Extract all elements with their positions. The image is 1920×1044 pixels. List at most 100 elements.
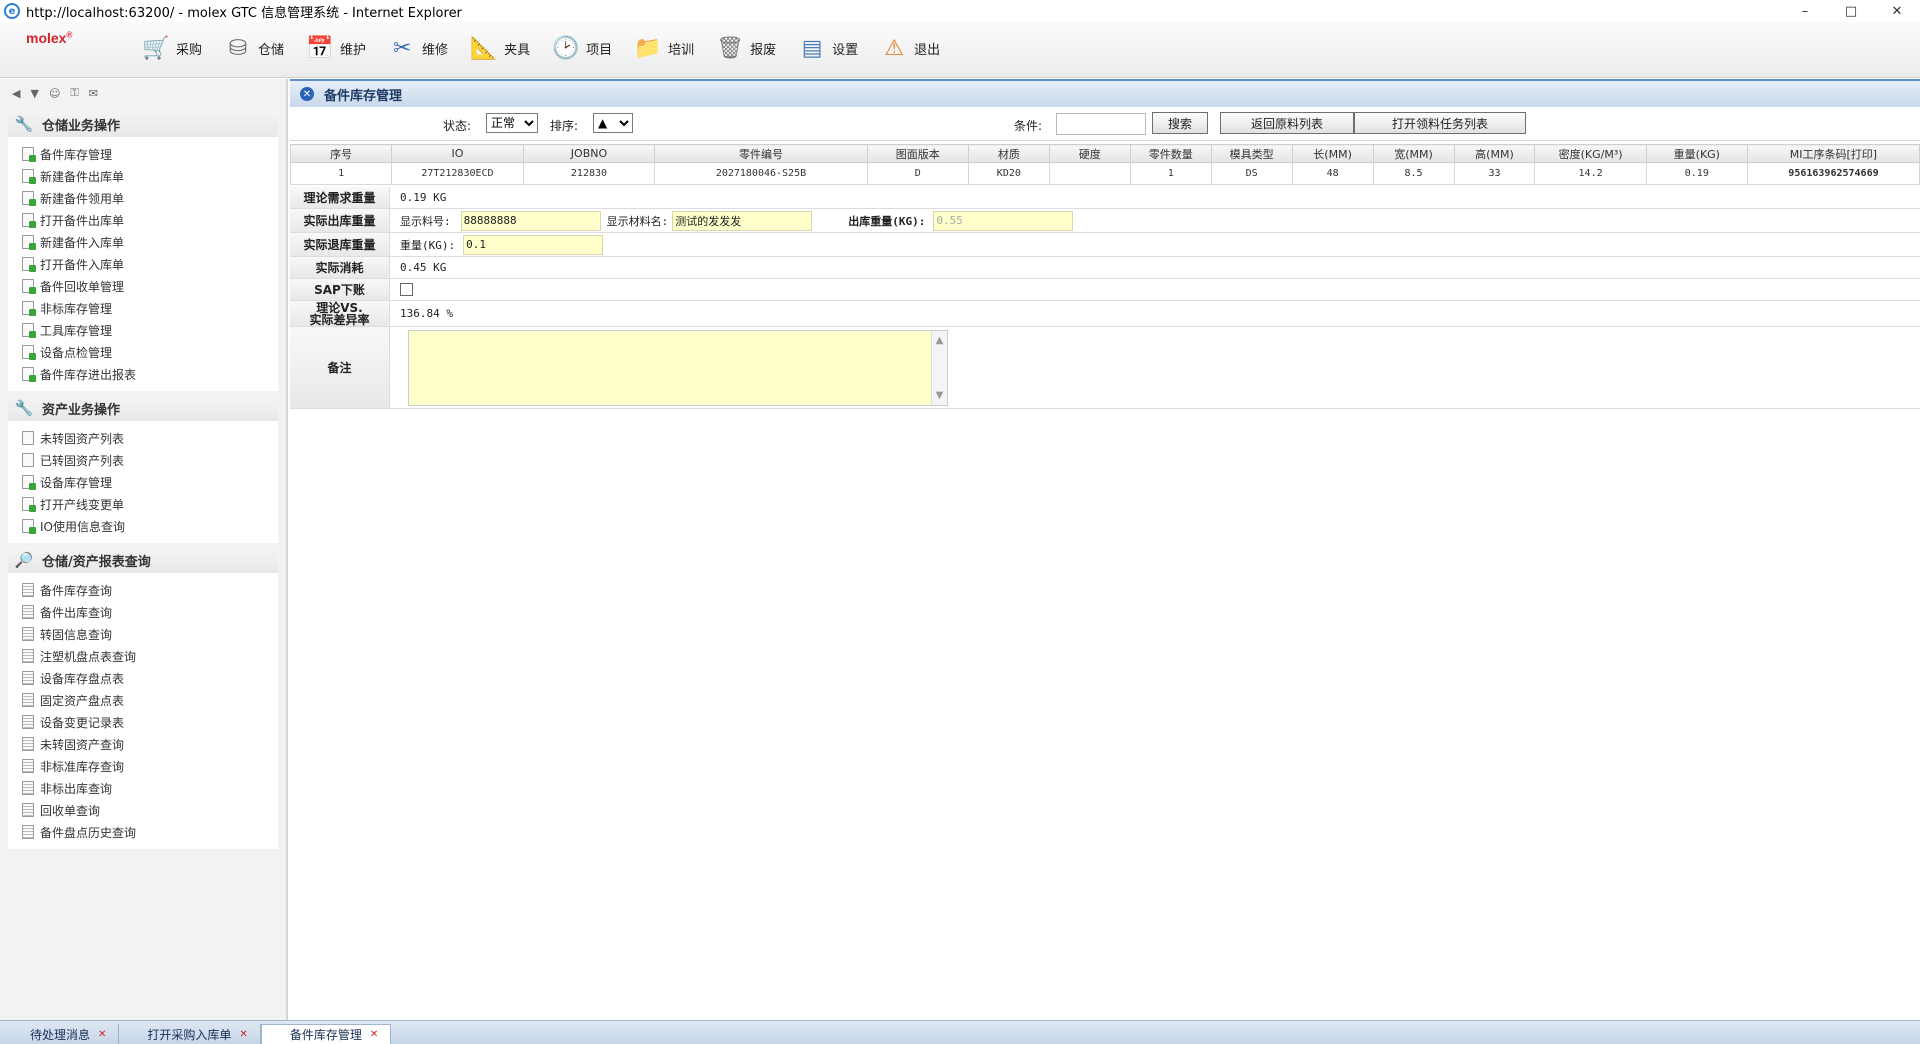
remark-scrollbar[interactable]: ▲ ▼ bbox=[931, 330, 947, 405]
barcode-print-cell[interactable]: 956163962574669 bbox=[1746, 162, 1920, 185]
column-header[interactable]: 序号 bbox=[289, 144, 393, 163]
sidebar-item[interactable]: 打开产线变更单 bbox=[22, 493, 278, 515]
panel-header: ✕ 备件库存管理 bbox=[290, 79, 1920, 107]
tab-close-icon[interactable]: ✕ bbox=[239, 1029, 247, 1040]
scroll-down-icon[interactable]: ▼ bbox=[936, 390, 944, 401]
toolbar-button-2[interactable]: 📅 维护 bbox=[304, 28, 366, 68]
database-icon: ⛁ bbox=[228, 35, 248, 61]
sidebar-item[interactable]: 转固信息查询 bbox=[22, 623, 278, 645]
toolbar-button-3[interactable]: ✂ 维修 bbox=[386, 28, 448, 68]
sidebar-item[interactable]: 新建备件入库单 bbox=[22, 231, 278, 253]
toolbar-button-0[interactable]: 🛒 采购 bbox=[140, 28, 202, 68]
sidebar-item[interactable]: 设备库存管理 bbox=[22, 471, 278, 493]
maximize-button[interactable]: □ bbox=[1828, 0, 1874, 22]
tab-label: 备件库存管理 bbox=[289, 1028, 362, 1042]
out-weight-input[interactable]: 0.55 bbox=[933, 210, 1074, 231]
tab-close-icon[interactable]: ✕ bbox=[98, 1029, 106, 1040]
toolbar-button-5[interactable]: 🕑 项目 bbox=[550, 28, 612, 68]
column-header[interactable]: 宽(MM) bbox=[1372, 144, 1455, 163]
search-button[interactable]: 搜索 bbox=[1152, 112, 1208, 134]
sidebar-item[interactable]: 非标出库查询 bbox=[22, 777, 278, 799]
toolbar-button-8[interactable]: ▤ 设置 bbox=[796, 28, 858, 68]
sidebar-item[interactable]: 打开备件出库单 bbox=[22, 209, 278, 231]
actual-consume-value: 0.45 KG bbox=[400, 261, 447, 274]
sidebar-item[interactable]: IO使用信息查询 bbox=[22, 515, 278, 537]
table-cell: 212830 bbox=[522, 162, 656, 185]
column-header[interactable]: 模具类型 bbox=[1210, 144, 1293, 163]
column-header[interactable]: 零件数量 bbox=[1129, 144, 1212, 163]
toolbar-button-1[interactable]: ⛁ 仓储 bbox=[222, 28, 284, 68]
show-material-no-input[interactable]: 88888888 bbox=[460, 210, 601, 231]
sidebar-item[interactable]: 回收单查询 bbox=[22, 799, 278, 821]
show-material-name-input[interactable]: 测试的发发发 bbox=[672, 210, 813, 231]
sidebar-item-label: 未转固资产查询 bbox=[40, 737, 125, 752]
sidebar-item[interactable]: 设备库存盘点表 bbox=[22, 667, 278, 689]
column-header[interactable]: 材质 bbox=[967, 144, 1050, 163]
toolbar-button-label: 培训 bbox=[668, 42, 695, 58]
column-header[interactable]: 高(MM) bbox=[1453, 144, 1536, 163]
column-header[interactable]: 重量(KG) bbox=[1645, 144, 1748, 163]
sidebar-item[interactable]: 备件盘点历史查询 bbox=[22, 821, 278, 843]
bottom-tab[interactable]: 备件库存管理 ✕ bbox=[260, 1024, 392, 1044]
column-header[interactable]: 硬度 bbox=[1048, 144, 1131, 163]
back-icon[interactable]: ◀ bbox=[12, 87, 20, 100]
column-header[interactable]: 密度(KG/M³) bbox=[1534, 144, 1647, 163]
return-weight-input[interactable]: 0.1 bbox=[463, 234, 604, 255]
sidebar-item[interactable]: 新建备件出库单 bbox=[22, 165, 278, 187]
user-icon[interactable]: ☺ bbox=[49, 87, 60, 100]
sidebar-item[interactable]: 设备变更记录表 bbox=[22, 711, 278, 733]
key-icon[interactable]: ⚿ bbox=[70, 86, 78, 100]
sidebar-item[interactable]: 备件库存管理 bbox=[22, 143, 278, 165]
bottom-tab[interactable]: 待处理消息 ✕ bbox=[2, 1024, 120, 1044]
toolbar-button-7[interactable]: 🗑 报废 bbox=[714, 28, 776, 68]
sidebar-item[interactable]: 备件回收单管理 bbox=[22, 275, 278, 297]
column-header[interactable]: JOBNO bbox=[522, 144, 656, 163]
sidebar-item[interactable]: 备件库存进出报表 bbox=[22, 363, 278, 385]
sidebar-item-label: 非标出库查询 bbox=[40, 781, 113, 796]
sidebar-item[interactable]: 注塑机盘点表查询 bbox=[22, 645, 278, 667]
sidebar-section-title: 资产业务操作 bbox=[42, 402, 121, 418]
sap-checkbox[interactable] bbox=[400, 283, 413, 296]
sidebar-section-header[interactable]: 🔧 仓储业务操作 bbox=[8, 111, 278, 137]
column-header[interactable]: IO bbox=[391, 144, 524, 163]
toolbar-button-6[interactable]: 📁 培训 bbox=[632, 28, 694, 68]
sidebar-item[interactable]: 已转固资产列表 bbox=[22, 449, 278, 471]
scroll-up-icon[interactable]: ▲ bbox=[936, 335, 944, 346]
toolbar-button-4[interactable]: 📐 夹具 bbox=[468, 28, 530, 68]
sidebar-item[interactable]: 工具库存管理 bbox=[22, 319, 278, 341]
column-header[interactable]: 零件编号 bbox=[654, 144, 868, 163]
sidebar-item[interactable]: 打开备件入库单 bbox=[22, 253, 278, 275]
sidebar-section-header[interactable]: 🔎 仓储/资产报表查询 bbox=[8, 547, 278, 573]
sidebar-item[interactable]: 设备点检管理 bbox=[22, 341, 278, 363]
sidebar-item[interactable]: 备件库存查询 bbox=[22, 579, 278, 601]
document-icon bbox=[22, 431, 34, 445]
sidebar-item[interactable]: 未转固资产列表 bbox=[22, 427, 278, 449]
close-panel-icon[interactable]: ✕ bbox=[300, 87, 314, 101]
sidebar-item-label: 转固信息查询 bbox=[40, 627, 113, 642]
sidebar-item[interactable]: 备件出库查询 bbox=[22, 601, 278, 623]
column-header[interactable]: 图面版本 bbox=[866, 144, 969, 163]
open-requisition-task-list-button[interactable]: 打开领料任务列表 bbox=[1354, 112, 1526, 134]
back-to-material-list-button[interactable]: 返回原料列表 bbox=[1220, 112, 1354, 134]
toolbar-button-9[interactable]: ⚠ 退出 bbox=[878, 28, 940, 68]
sidebar-item[interactable]: 非标准库存查询 bbox=[22, 755, 278, 777]
column-header[interactable]: MI工序条码[打印] bbox=[1746, 144, 1920, 163]
sidebar-item[interactable]: 未转固资产查询 bbox=[22, 733, 278, 755]
condition-input[interactable] bbox=[1056, 113, 1146, 135]
sidebar-item[interactable]: 非标库存管理 bbox=[22, 297, 278, 319]
tab-close-icon[interactable]: ✕ bbox=[370, 1029, 378, 1040]
sort-select[interactable]: ▲ bbox=[593, 113, 633, 133]
close-window-button[interactable]: ✕ bbox=[1874, 0, 1920, 22]
column-header[interactable]: 长(MM) bbox=[1291, 144, 1374, 163]
sidebar-section-header[interactable]: 🔧 资产业务操作 bbox=[8, 395, 278, 421]
remark-textarea[interactable]: ▲ ▼ bbox=[408, 329, 948, 406]
sidebar-item[interactable]: 固定资产盘点表 bbox=[22, 689, 278, 711]
sidebar-item[interactable]: 新建备件领用单 bbox=[22, 187, 278, 209]
down-icon[interactable]: ▼ bbox=[30, 87, 38, 100]
minimize-button[interactable]: – bbox=[1782, 0, 1828, 22]
status-select[interactable]: 正常 bbox=[486, 113, 538, 133]
table-row[interactable]: 1 27T212830ECD 212830 2027180046-S25B D KD20 1… bbox=[289, 162, 1920, 185]
bottom-tab[interactable]: 打开采购入库单 ✕ bbox=[119, 1024, 261, 1044]
message-icon[interactable]: ✉ bbox=[89, 87, 98, 100]
table-cell: 8.5 bbox=[1372, 162, 1455, 185]
